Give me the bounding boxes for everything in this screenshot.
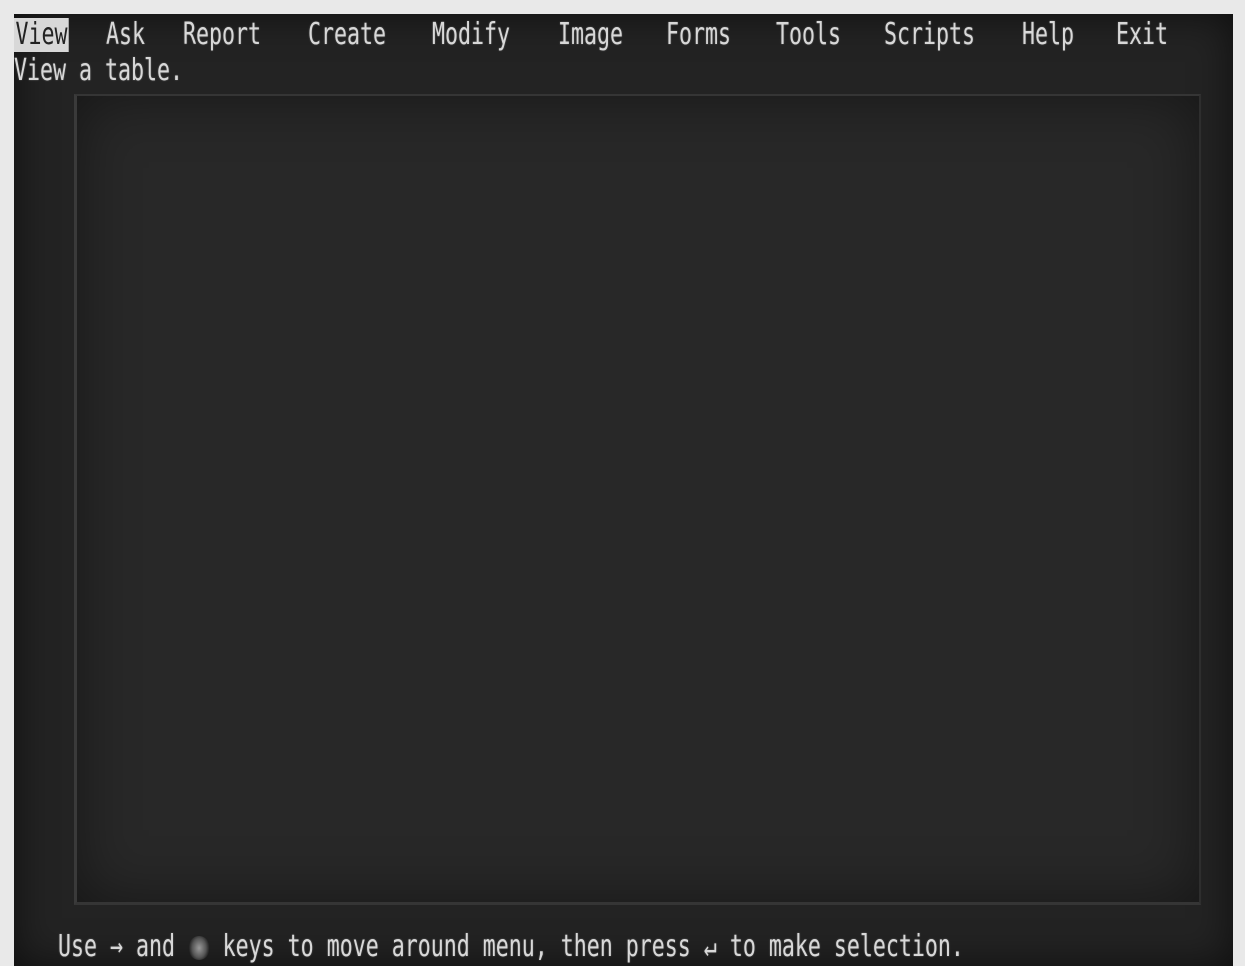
menu-item-ask[interactable]: Ask — [106, 18, 145, 52]
menu-description: View a table. — [14, 53, 184, 88]
menu-item-view[interactable]: View — [14, 18, 69, 52]
menu-item-modify[interactable]: Modify — [432, 18, 510, 52]
menu-item-scripts[interactable]: Scripts — [884, 18, 975, 52]
status-prefix: Use — [58, 929, 98, 964]
status-and: and — [136, 929, 176, 964]
menu-item-image[interactable]: Image — [558, 18, 623, 52]
screen: View Ask Report Create Modify Image Form… — [0, 0, 1245, 966]
menu-item-report[interactable]: Report — [183, 18, 261, 52]
status-suffix: to make selection. — [729, 929, 964, 964]
right-arrow-icon: → — [110, 929, 124, 964]
menu-item-exit[interactable]: Exit — [1116, 18, 1168, 52]
status-middle: keys to move around menu, then press — [222, 929, 691, 964]
left-arrow-key-icon — [188, 935, 210, 960]
enter-key-icon: ↵ — [703, 929, 717, 964]
status-bar: Use → and keys to move around menu, then… — [58, 930, 964, 964]
terminal-screen: View Ask Report Create Modify Image Form… — [14, 14, 1233, 966]
menu-item-tools[interactable]: Tools — [776, 18, 841, 52]
menu-item-create[interactable]: Create — [308, 18, 386, 52]
menu-item-help[interactable]: Help — [1022, 18, 1074, 52]
workspace-area — [74, 94, 1201, 905]
main-menu-bar: View Ask Report Create Modify Image Form… — [14, 18, 1233, 56]
menu-item-forms[interactable]: Forms — [666, 18, 731, 52]
